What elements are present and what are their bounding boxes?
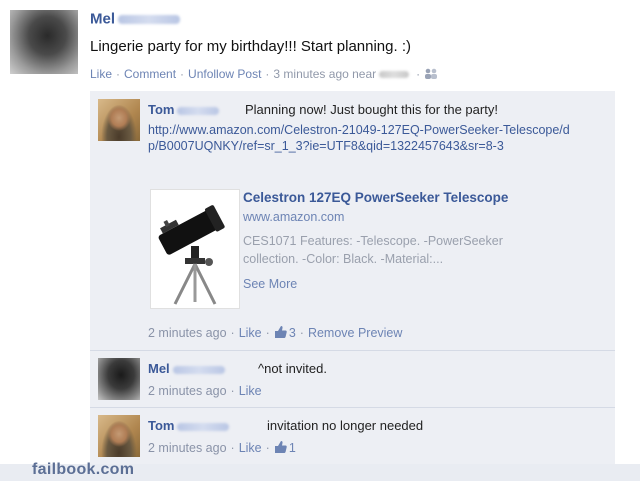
comment-divider (90, 407, 615, 408)
comment-meta: 2 minutes ago · Like (148, 384, 262, 398)
comments-section: Tom Planning now! Just bought this for t… (90, 91, 615, 469)
post-meta: Like · Comment · Unfollow Post · 3 minutes ago… (90, 67, 438, 82)
see-more-link[interactable]: See More (243, 277, 297, 291)
post-like-link[interactable]: Like (90, 67, 112, 81)
like-count-number: 3 (288, 326, 296, 340)
post-unfollow-link[interactable]: Unfollow Post (188, 67, 261, 81)
people-icon (424, 68, 438, 82)
thumbs-up-icon (274, 441, 287, 453)
blurred-location (379, 71, 410, 79)
comment-author-first-name[interactable]: Tom (148, 418, 174, 433)
comment-timestamp: 2 minutes ago (148, 384, 227, 398)
failbook-watermark: failbook.com (32, 461, 135, 478)
preview-title[interactable]: Celestron 127EQ PowerSeeker Telescope (243, 190, 508, 205)
blurred-surname (172, 365, 225, 374)
preview-description: CES1071 Features: -Telescope. -PowerSeek… (243, 234, 503, 266)
commenter-avatar-tom[interactable] (98, 415, 140, 457)
comment-like-link[interactable]: Like (239, 441, 262, 455)
post-text: Lingerie party for my birthday!!! Start … (90, 38, 411, 55)
like-count[interactable]: 1 (274, 441, 296, 455)
comment-divider (90, 350, 615, 351)
post-author-name[interactable]: Mel (90, 10, 183, 28)
comment-like-link[interactable]: Like (239, 384, 262, 398)
comment-text: Planning now! Just bought this for the p… (245, 102, 498, 117)
comment-author[interactable]: Tom (148, 418, 232, 433)
blurred-surname (118, 14, 181, 24)
comment-text: ^not invited. (258, 361, 327, 376)
comment-author-first-name[interactable]: Mel (148, 361, 170, 376)
like-count[interactable]: 3 (274, 326, 296, 340)
post-author-avatar[interactable] (10, 10, 78, 74)
like-count-number: 1 (288, 441, 296, 455)
commenter-avatar-mel[interactable] (98, 358, 140, 400)
thumbs-up-icon (274, 326, 287, 338)
comment-author[interactable]: Mel (148, 361, 228, 376)
comment-meta: 2 minutes ago · Like · 3 · Remove Preview (148, 326, 403, 340)
comment-like-link[interactable]: Like (239, 326, 262, 340)
comment-timestamp: 2 minutes ago (148, 441, 227, 455)
telescope-thumbnail[interactable] (150, 189, 240, 309)
blurred-surname (177, 106, 220, 115)
comment-meta: 2 minutes ago · Like · 1 (148, 441, 296, 455)
preview-domain: www.amazon.com (243, 210, 345, 224)
post-comment-link[interactable]: Comment (124, 67, 176, 81)
comment-link-url[interactable]: http://www.amazon.com/Celestron-21049-12… (148, 122, 578, 154)
post-author-first-name[interactable]: Mel (90, 11, 115, 28)
comment-author-first-name[interactable]: Tom (148, 102, 174, 117)
remove-preview-link[interactable]: Remove Preview (308, 326, 402, 340)
comment-timestamp: 2 minutes ago (148, 326, 227, 340)
commenter-avatar-tom[interactable] (98, 99, 140, 141)
comment-text: invitation no longer needed (267, 418, 424, 433)
comment-author[interactable]: Tom (148, 102, 222, 117)
post-timestamp: 3 minutes ago near (273, 67, 377, 81)
blurred-surname (177, 422, 230, 431)
